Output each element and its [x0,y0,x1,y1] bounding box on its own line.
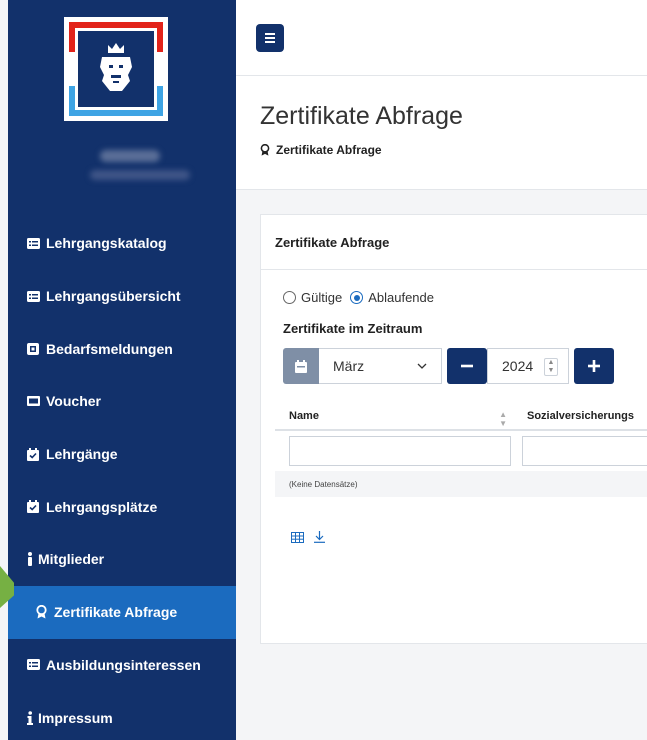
cube-icon [26,342,40,356]
table-header: Name ▲ ▼ Sozialversicherungs [275,403,647,431]
page-title: Zertifikate Abfrage [260,102,463,130]
breadcrumb-label: Zertifikate Abfrage [276,143,382,157]
hamburger-icon [265,33,275,35]
award-icon [260,144,270,156]
month-value: März [333,358,365,374]
sort-icon[interactable]: ▲ ▼ [499,410,507,428]
info-icon [26,710,34,725]
lion-crest-icon [100,43,132,91]
certificate-table: Name ▲ ▼ Sozialversicherungs (Keine Daten… [275,403,647,497]
radio-valid-label[interactable]: Gültige [301,290,342,305]
year-value: 2024 [502,358,534,374]
sidebar-item-lehrgangskatalog[interactable]: Lehrgangskatalog [8,217,236,270]
empty-message: (Keine Datensätze) [275,471,647,497]
calendar-check-icon [26,500,40,514]
menu-toggle-button[interactable] [256,24,284,52]
filter-svn-input[interactable] [521,436,647,466]
person-icon [26,552,34,567]
increment-year-button[interactable] [574,348,614,384]
breadcrumb: Zertifikate Abfrage [260,143,382,157]
calendar-button[interactable] [283,348,319,384]
month-select[interactable]: März [319,348,442,384]
page-header: Zertifikate Abfrage Zertifikate Abfrage [236,76,647,190]
plus-icon [588,360,600,372]
sidebar-item-label: Ausbildungsinteressen [46,656,201,673]
filter-row [275,431,647,471]
year-input[interactable]: 2024 ▲ ▼ [487,348,569,384]
download-icon[interactable] [314,531,325,543]
sidebar-item-label: Lehrgangskatalog [46,235,167,252]
sidebar-item-impressum[interactable]: Impressum [8,691,236,740]
decrement-year-button[interactable] [447,348,487,384]
certificate-query-card: Zertifikate Abfrage Gültige Ablaufende Z… [260,214,647,644]
filter-name-input[interactable] [289,436,511,466]
list-card-icon [26,289,40,303]
sidebar-item-lehrgangsplaetze[interactable]: Lehrgangsplätze [8,480,236,533]
sidebar-item-lehrgaenge[interactable]: Lehrgänge [8,428,236,481]
top-bar [236,0,647,76]
sidebar-item-label: Lehrgangsübersicht [46,288,181,305]
sidebar-item-label: Lehrgänge [46,446,118,463]
sidebar-item-mitglieder[interactable]: Mitglieder [8,533,236,586]
column-header-svn[interactable]: Sozialversicherungs [515,410,634,422]
logo [64,17,168,121]
calendar-check-icon [26,447,40,461]
table-tools [291,531,325,543]
radio-expiring-label[interactable]: Ablaufende [368,290,434,305]
table-grid-icon[interactable] [291,531,304,543]
radio-valid[interactable] [283,291,296,304]
chevron-down-icon [417,363,427,369]
sidebar-item-label: Impressum [38,709,113,726]
award-icon [34,605,48,619]
card-title: Zertifikate Abfrage [261,215,647,270]
sidebar-item-label: Voucher [46,393,101,410]
column-header-name[interactable]: Name ▲ ▼ [275,410,515,428]
sidebar: Lehrgangskatalog Lehrgangsübersicht Beda… [8,0,236,740]
sidebar-item-lehrgangsuebersicht[interactable]: Lehrgangsübersicht [8,270,236,323]
sidebar-item-bedarfsmeldungen[interactable]: Bedarfsmeldungen [8,322,236,375]
sidebar-item-ausbildungsinteressen[interactable]: Ausbildungsinteressen [8,639,236,692]
sidebar-item-label: Zertifikate Abfrage [54,604,178,621]
user-info-blurred [90,150,220,190]
list-card-icon [26,658,40,672]
ticket-icon [26,394,40,408]
sidebar-menu: Lehrgangskatalog Lehrgangsübersicht Beda… [8,217,236,740]
sidebar-item-voucher[interactable]: Voucher [8,375,236,428]
calendar-icon [295,359,307,373]
minus-icon [461,364,473,368]
period-label: Zertifikate im Zeitraum [283,321,423,336]
sidebar-item-label: Bedarfsmeldungen [46,340,173,357]
spinner-arrows-icon[interactable]: ▲ ▼ [544,358,558,376]
list-card-icon [26,236,40,250]
status-radio-group: Gültige Ablaufende [283,290,434,305]
sidebar-item-label: Mitglieder [38,551,105,568]
sidebar-item-zertifikate-abfrage[interactable]: Zertifikate Abfrage [8,585,236,639]
period-controls: März 2024 ▲ ▼ [283,348,614,384]
sidebar-item-label: Lehrgangsplätze [46,498,158,515]
radio-expiring[interactable] [350,291,364,304]
